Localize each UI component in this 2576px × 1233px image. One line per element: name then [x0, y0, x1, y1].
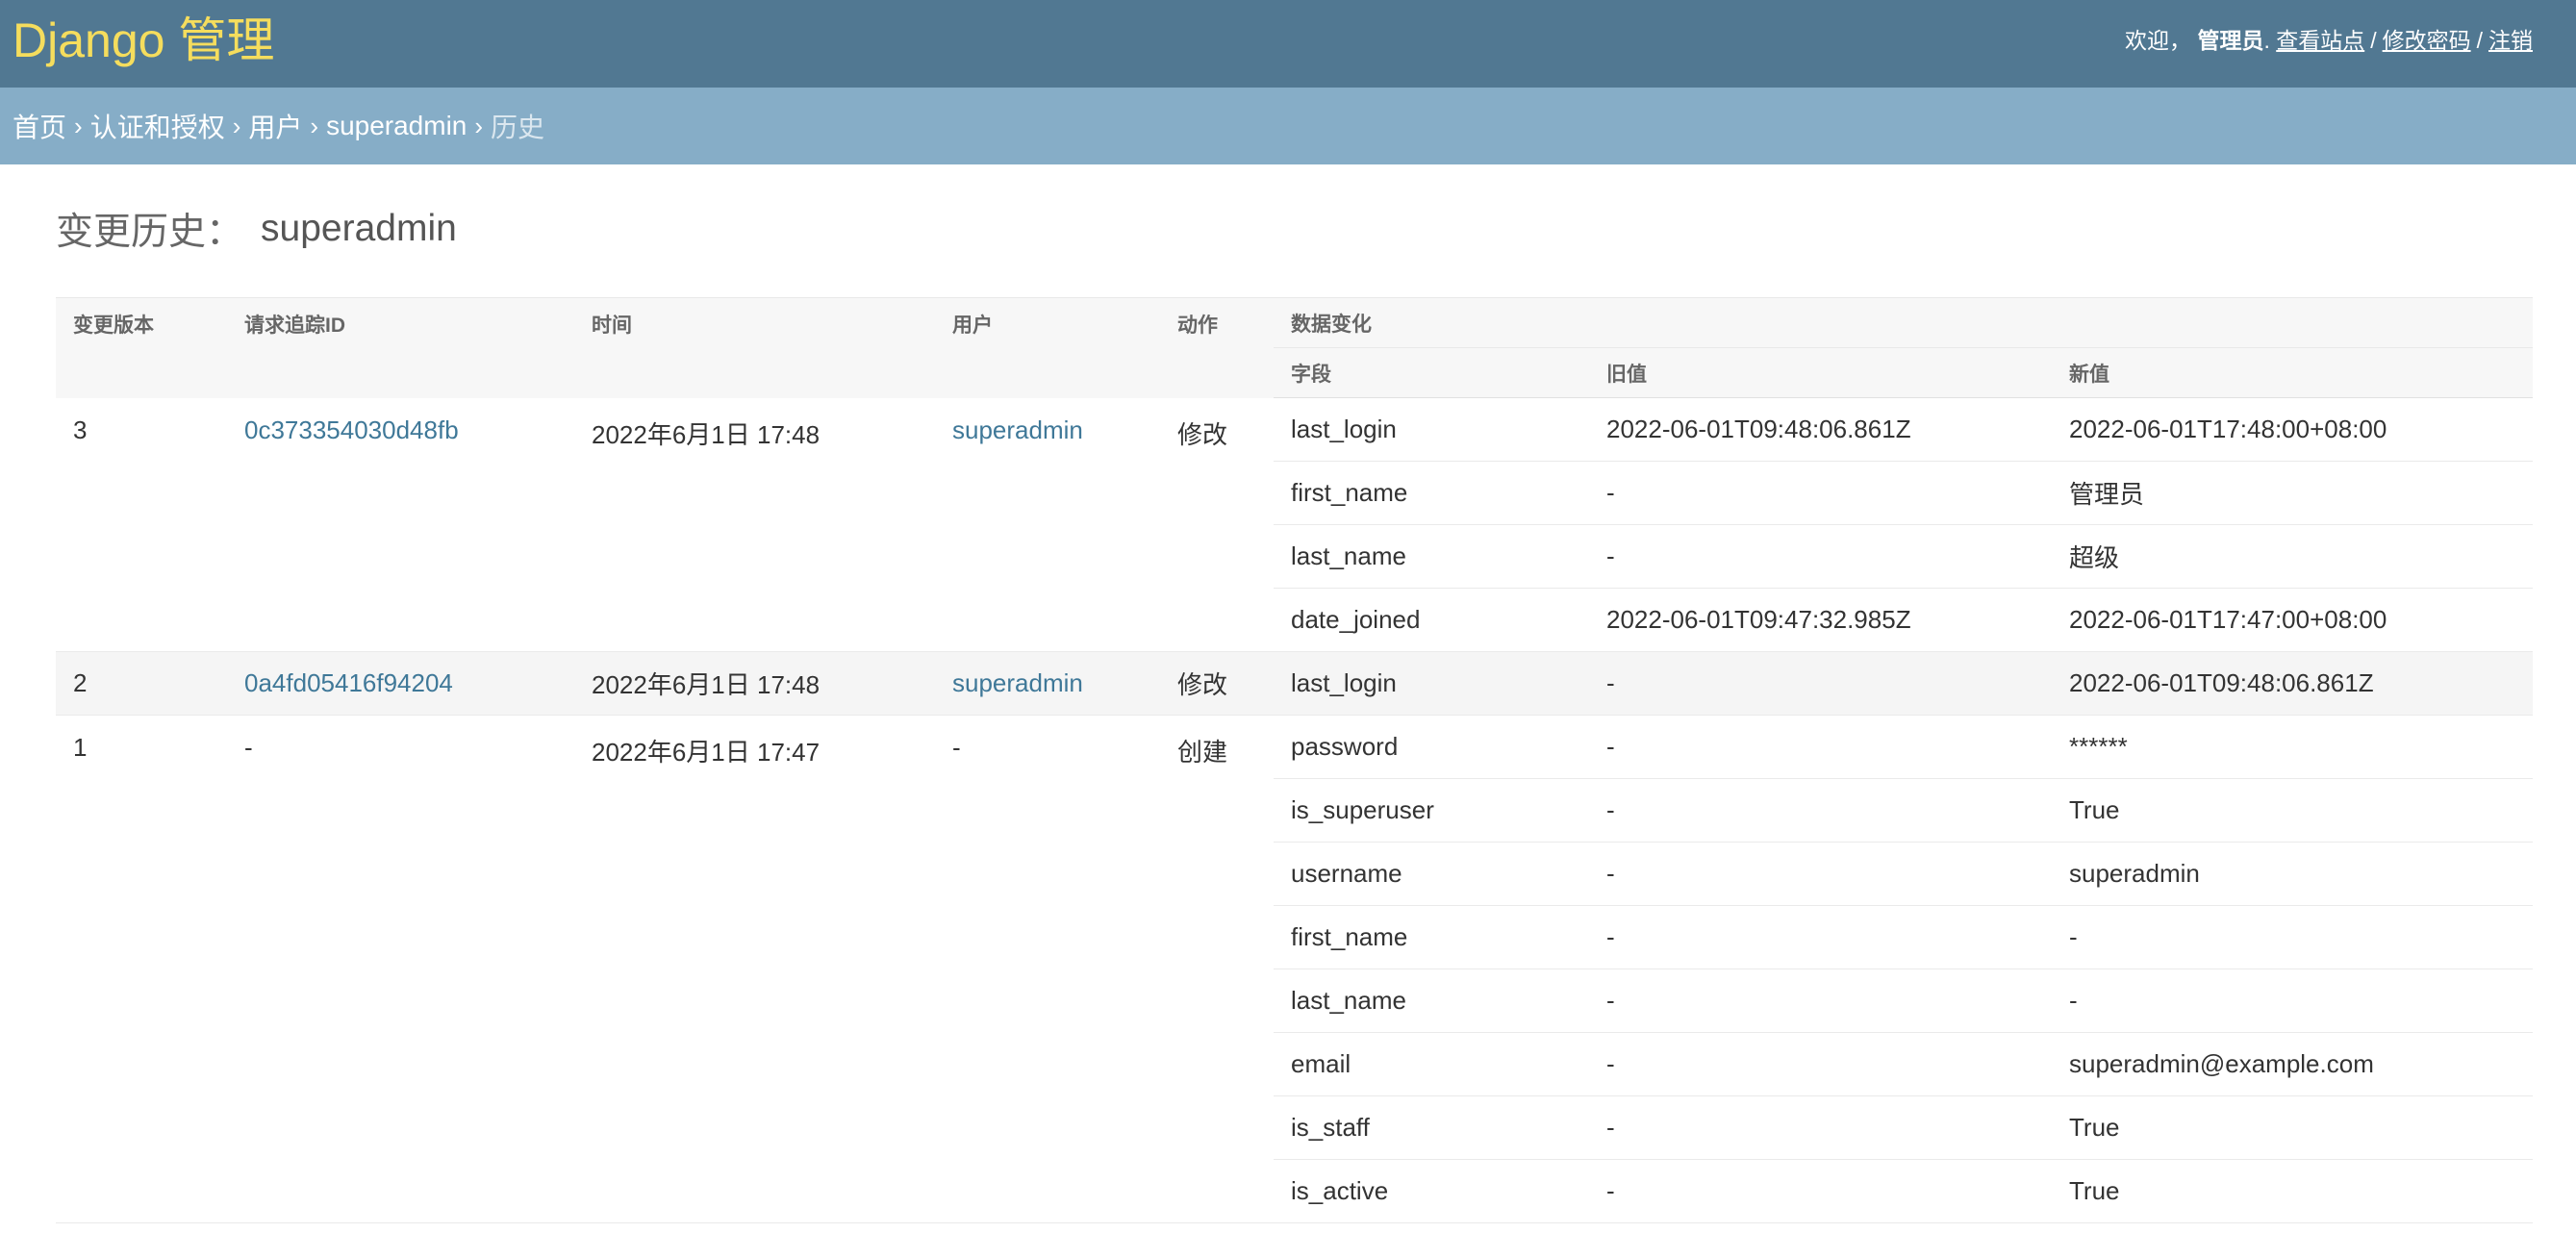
old-value-cell: - — [1589, 1032, 2052, 1096]
field-cell: password — [1274, 715, 1589, 779]
version-cell: 1 — [56, 715, 227, 1223]
user-cell: superadmin — [935, 397, 1160, 652]
field-cell: last_name — [1274, 524, 1589, 589]
request-id-link[interactable]: 0c373354030d48fb — [244, 415, 459, 444]
old-value-cell: - — [1589, 651, 2052, 716]
separator: / — [2370, 27, 2377, 53]
field-cell: first_name — [1274, 461, 1589, 525]
page-title-object: superadmin — [261, 208, 457, 249]
field-cell: is_staff — [1274, 1095, 1589, 1160]
new-value-cell: 2022-06-01T17:48:00+08:00 — [2052, 397, 2533, 462]
column-header-version: 变更版本 — [56, 297, 227, 398]
current-username: 管理员 — [2197, 27, 2264, 53]
logout-link[interactable]: 注销 — [2488, 28, 2533, 53]
new-value-cell: superadmin — [2052, 842, 2533, 906]
request-id-cell: 0c373354030d48fb — [227, 397, 574, 652]
field-cell: last_login — [1274, 651, 1589, 716]
request-id-link[interactable]: 0a4fd05416f94204 — [244, 668, 453, 697]
breadcrumb-separator: › — [232, 111, 241, 140]
field-cell: first_name — [1274, 905, 1589, 969]
change-password-link[interactable]: 修改密码 — [2383, 28, 2471, 53]
new-value-cell: - — [2052, 969, 2533, 1033]
old-value-cell: - — [1589, 1095, 2052, 1160]
action-cell: 创建 — [1160, 715, 1274, 1223]
breadcrumb-model[interactable]: 用户 — [248, 107, 302, 145]
table-row: 2 0a4fd05416f94204 2022年6月1日 17:48 superadm… — [56, 651, 2533, 716]
field-cell: is_active — [1274, 1159, 1589, 1223]
user-tools: 欢迎， 管理员. 查看站点 / 修改密码 / 注销 — [2125, 27, 2533, 53]
page-title: 变更历史： superadmin — [56, 163, 2533, 295]
new-value-cell: True — [2052, 778, 2533, 843]
breadcrumb-home[interactable]: 首页 — [13, 107, 66, 145]
breadcrumb-separator: › — [310, 111, 319, 140]
column-header-new-value: 新值 — [2052, 347, 2533, 398]
separator: / — [2476, 27, 2483, 53]
column-header-field: 字段 — [1274, 347, 1589, 398]
column-header-changes: 数据变化 — [1274, 297, 2533, 348]
breadcrumb-separator: › — [74, 111, 83, 140]
history-table: 变更版本 请求追踪ID 时间 用户 动作 数据变化 字段 旧值 新值 3 0c37… — [56, 297, 2533, 1223]
new-value-cell: True — [2052, 1159, 2533, 1223]
breadcrumb-object[interactable]: superadmin — [326, 111, 467, 141]
field-cell: username — [1274, 842, 1589, 906]
new-value-cell: True — [2052, 1095, 2533, 1160]
breadcrumb: 首页 › 认证和授权 › 用户 › superadmin › 历史 — [0, 88, 2576, 164]
table-row: 3 0c373354030d48fb 2022年6月1日 17:48 superadm… — [56, 397, 2533, 652]
request-id-cell: - — [227, 715, 574, 1223]
main-content: 变更历史： superadmin 变更版本 请求追踪ID 时间 用户 动作 数据变… — [0, 164, 2576, 1223]
version-cell: 2 — [56, 651, 227, 716]
field-cell: email — [1274, 1032, 1589, 1096]
history-table-body: 3 0c373354030d48fb 2022年6月1日 17:48 superadm… — [56, 397, 2533, 1223]
field-cell: last_name — [1274, 969, 1589, 1033]
user-link[interactable]: superadmin — [952, 415, 1083, 444]
time-cell: 2022年6月1日 17:47 — [574, 715, 935, 1223]
request-id-cell: 0a4fd05416f94204 — [227, 651, 574, 716]
new-value-cell: ****** — [2052, 715, 2533, 779]
field-cell: last_login — [1274, 397, 1589, 462]
column-header-time: 时间 — [574, 297, 935, 398]
old-value-cell: 2022-06-01T09:47:32.985Z — [1589, 588, 2052, 652]
breadcrumb-app[interactable]: 认证和授权 — [90, 107, 225, 145]
old-value-cell: - — [1589, 461, 2052, 525]
field-cell: date_joined — [1274, 588, 1589, 652]
site-brand[interactable]: Django 管理 — [13, 2, 274, 71]
new-value-cell: 2022-06-01T17:47:00+08:00 — [2052, 588, 2533, 652]
column-header-action: 动作 — [1160, 297, 1274, 398]
old-value-cell: - — [1589, 524, 2052, 589]
new-value-cell: superadmin@example.com — [2052, 1032, 2533, 1096]
page-title-label: 变更历史： — [56, 212, 244, 253]
field-cell: is_superuser — [1274, 778, 1589, 843]
column-header-request-id: 请求追踪ID — [227, 297, 574, 398]
version-cell: 3 — [56, 397, 227, 652]
action-cell: 修改 — [1160, 651, 1274, 716]
old-value-cell: - — [1589, 778, 2052, 843]
new-value-cell: 管理员 — [2052, 461, 2533, 525]
time-cell: 2022年6月1日 17:48 — [574, 651, 935, 716]
old-value-cell: - — [1589, 1159, 2052, 1223]
breadcrumb-separator: › — [474, 111, 484, 140]
user-cell: superadmin — [935, 651, 1160, 716]
column-header-old-value: 旧值 — [1589, 347, 2052, 398]
old-value-cell: - — [1589, 905, 2052, 969]
table-row: 1-2022年6月1日 17:47- 创建 password - ****** — [56, 715, 2533, 1223]
new-value-cell: - — [2052, 905, 2533, 969]
new-value-cell: 超级 — [2052, 524, 2533, 589]
old-value-cell: 2022-06-01T09:48:06.861Z — [1589, 397, 2052, 462]
column-header-user: 用户 — [935, 297, 1160, 398]
action-cell: 修改 — [1160, 397, 1274, 652]
view-site-link[interactable]: 查看站点 — [2276, 28, 2364, 53]
user-link[interactable]: superadmin — [952, 668, 1083, 697]
breadcrumb-current: 历史 — [491, 113, 545, 142]
new-value-cell: 2022-06-01T09:48:06.861Z — [2052, 651, 2533, 716]
header: Django 管理 欢迎， 管理员. 查看站点 / 修改密码 / 注销 — [0, 0, 2576, 88]
user-cell: - — [935, 715, 1160, 1223]
old-value-cell: - — [1589, 842, 2052, 906]
old-value-cell: - — [1589, 715, 2052, 779]
welcome-text: 欢迎， — [2125, 27, 2192, 53]
time-cell: 2022年6月1日 17:48 — [574, 397, 935, 652]
old-value-cell: - — [1589, 969, 2052, 1033]
